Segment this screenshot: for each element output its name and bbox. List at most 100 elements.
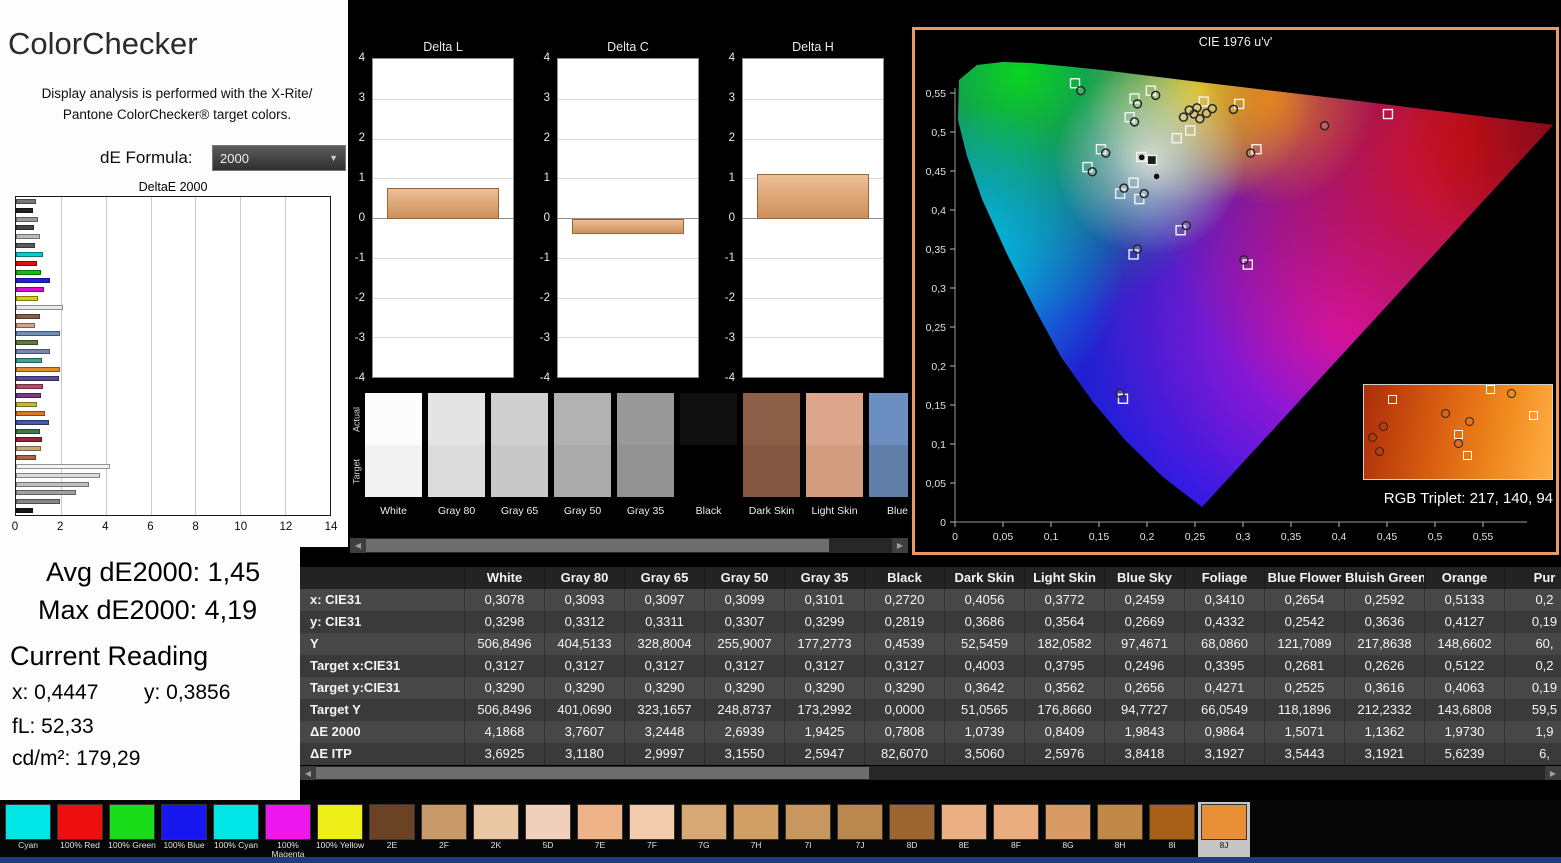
de-formula-value: 2000 [220,150,249,166]
measured-point [1153,172,1161,180]
table-cell: 0,8409 [1025,721,1105,743]
scroll-thumb[interactable] [316,767,870,779]
patch-label: 8F [1011,840,1021,850]
column-header: Gray 80 [545,567,625,589]
table-scrollbar[interactable]: ◀ ▶ [300,766,1561,780]
gridline [373,257,513,259]
table-cell: 1,9425 [785,721,865,743]
delta-h-title: Delta H [792,40,834,54]
scroll-track[interactable] [366,538,892,553]
inset-target-marker [1463,450,1473,460]
toolbar-patch-2f[interactable]: 2F [418,802,470,859]
actual-swatch [491,393,548,445]
table-cell: 97,4671 [1105,633,1185,655]
x-tick-label: 0,1 [1044,531,1059,543]
swatch-strip-scrollbar[interactable]: ◀ ▶ [350,538,908,553]
toolbar-patch-2e[interactable]: 2E [366,802,418,859]
toolbar-patch-100-red[interactable]: 100% Red [54,802,106,859]
scroll-right-icon[interactable]: ▶ [892,538,908,553]
table-cell: 3,5443 [1265,743,1345,765]
gridline [373,337,513,339]
table-cell: 0,3562 [1025,677,1105,699]
toolbar-patch-cyan[interactable]: Cyan [2,802,54,859]
table-cell: 0,4127 [1425,611,1505,633]
patch-label: 5D [542,840,554,850]
toolbar-patch-8d[interactable]: 8D [886,802,938,859]
toolbar-patch-100-green[interactable]: 100% Green [106,802,158,859]
de-bar [16,251,43,257]
table-header-row: White Gray 80 Gray 65 Gray 50 Gray 35 Black Da… [300,567,1561,589]
table-cell: 3,7607 [545,721,625,743]
measured-marker [1207,103,1218,114]
table-cell: 6, [1505,743,1561,765]
chevron-down-icon: ▼ [329,153,338,163]
table-cell: 506,8496 [465,633,545,655]
table-cell: 328,8004 [625,633,705,655]
x-tick-label: 0,3 [1236,531,1251,543]
scroll-left-icon[interactable]: ◀ [300,766,316,780]
scroll-thumb[interactable] [366,539,829,552]
table-cell: 0,3307 [705,611,785,633]
table-cell: 143,6808 [1425,699,1505,721]
toolbar-patch-7f[interactable]: 7F [626,802,678,859]
toolbar-patch-7h[interactable]: 7H [730,802,782,859]
toolbar-patch-7g[interactable]: 7G [678,802,730,859]
patch-label: 2F [439,840,449,850]
description-line-1: Display analysis is performed with the X… [41,86,313,101]
delta-l-plot [372,58,514,378]
measured-marker [1119,183,1129,193]
x-tick-label: 0 [11,521,19,533]
column-header: Dark Skin [945,567,1025,589]
patch-label: 100% Red [60,840,100,850]
measured-point [1138,153,1146,161]
toolbar-patch-100-yellow[interactable]: 100% Yellow [314,802,366,859]
column-header: Blue Flower [1265,567,1345,589]
target-marker-filled [1146,154,1157,166]
toolbar-patch-8g[interactable]: 8G [1042,802,1094,859]
table-cell: 3,8418 [1105,743,1185,765]
table-cell: 0,2525 [1265,677,1345,699]
de-bar [16,225,34,231]
toolbar-patch-5d[interactable]: 5D [522,802,574,859]
y-tick-label: -3 [724,332,735,344]
delta-c-plot [557,58,699,378]
y-tick-label: 0,3 [931,283,946,295]
toolbar-patch-8j[interactable]: 8J [1198,802,1250,859]
table-cell: 52,5459 [945,633,1025,655]
toolbar-patch-8f[interactable]: 8F [990,802,1042,859]
toolbar-patch-7i[interactable]: 7I [782,802,834,859]
toolbar-patch-7j[interactable]: 7J [834,802,886,859]
toolbar-patch-8h[interactable]: 8H [1094,802,1146,859]
table-cell: 2,6939 [705,721,785,743]
de-bar [16,384,43,390]
table-cell: 3,1927 [1185,743,1265,765]
de-bar [16,366,61,372]
de-bar [16,357,42,363]
measured-marker [1115,388,1125,399]
scroll-right-icon[interactable]: ▶ [1545,766,1561,780]
de-formula-dropdown[interactable]: 2000 ▼ [212,145,346,171]
y-tick-label: -3 [539,332,550,344]
toolbar-patch-8i[interactable]: 8I [1146,802,1198,859]
patch-color-swatch [837,804,883,840]
table-cell: 3,5060 [945,743,1025,765]
table-cell: 0,3101 [785,589,865,611]
table-cell: 0,2819 [865,611,945,633]
toolbar-patch-100-cyan[interactable]: 100% Cyan [210,802,262,859]
table-cell: 0,2592 [1345,589,1425,611]
y-tick-label: 1 [358,172,365,184]
toolbar-patch-100-magenta[interactable]: 100% Magenta [262,802,314,859]
toolbar-patch-7e[interactable]: 7E [574,802,626,859]
table-cell: 3,1550 [705,743,785,765]
y-tick-label: 0,55 [926,88,947,100]
actual-target-swatch-strip: Actual Target White Gray 80 Gray 65 Gray 50… [350,389,908,529]
toolbar-patch-8e[interactable]: 8E [938,802,990,859]
scroll-left-icon[interactable]: ◀ [350,538,366,553]
toolbar-patch-100-blue[interactable]: 100% Blue [158,802,210,859]
scroll-track[interactable] [316,766,1545,780]
toolbar-patch-2k[interactable]: 2K [470,802,522,859]
y-tick-label: -1 [354,252,365,264]
patch-color-swatch [577,804,623,840]
de-bar [16,419,49,425]
deltae2000-bars [16,199,330,513]
